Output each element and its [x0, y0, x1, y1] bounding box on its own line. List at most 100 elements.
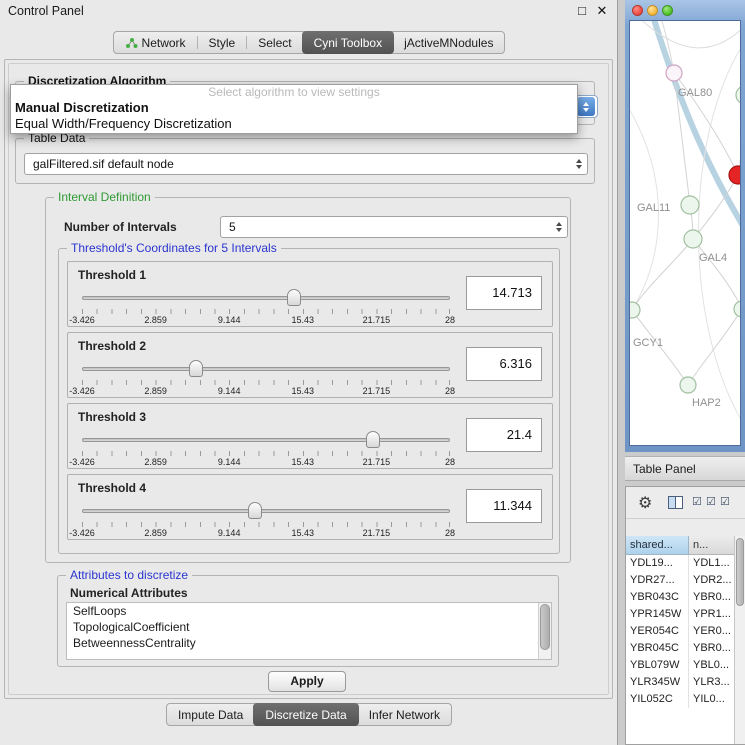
network-edge[interactable] — [688, 309, 741, 385]
attribute-list-item[interactable]: SelfLoops — [67, 603, 538, 619]
tab-select[interactable]: Select — [247, 32, 302, 53]
dropdown-option-equal-width-frequency[interactable]: Equal Width/Frequency Discretization — [11, 116, 577, 132]
network-edge[interactable] — [738, 101, 741, 175]
tab-label: Cyni Toolbox — [314, 36, 382, 50]
tick-label: 9.144 — [218, 457, 241, 467]
table-row[interactable]: YPR145WYPR1... — [626, 606, 735, 623]
slider-handle[interactable] — [287, 289, 301, 306]
network-canvas[interactable]: GAL80 GAL11 GAL4 GCY1 HAP2 — [629, 20, 741, 446]
table-row[interactable]: YIL052CYIL0... — [626, 691, 735, 708]
close-icon[interactable]: ✕ — [594, 3, 610, 19]
table-cell: YBL079W — [626, 657, 689, 674]
close-traffic-light-icon[interactable] — [632, 5, 643, 16]
column-header[interactable]: n... — [689, 536, 735, 555]
tab-infer-network[interactable]: Infer Network — [358, 704, 451, 725]
columns-icon[interactable] — [668, 496, 683, 509]
threshold-value-field[interactable]: 11.344 — [466, 489, 542, 523]
threshold-slider[interactable]: -3.4262.8599.14415.4321.71528 — [82, 430, 450, 466]
table-cell: YLR345W — [626, 674, 689, 691]
tab-discretize-data[interactable]: Discretize Data — [253, 703, 358, 726]
slider-tick-labels: -3.4262.8599.14415.4321.71528 — [82, 386, 450, 397]
network-node[interactable] — [680, 377, 696, 393]
table-cell: YIL052C — [626, 691, 689, 708]
table-cell: YBR0... — [689, 589, 735, 606]
network-node[interactable] — [734, 301, 741, 317]
slider-handle[interactable] — [189, 360, 203, 377]
tick-label: 9.144 — [218, 386, 241, 396]
tick-label: -3.426 — [69, 528, 95, 538]
table-row[interactable]: YBR045CYBR0... — [626, 640, 735, 657]
network-edge[interactable] — [636, 21, 741, 48]
slider-handle[interactable] — [366, 431, 380, 448]
threshold-slider[interactable]: -3.4262.8599.14415.4321.71528 — [82, 501, 450, 537]
table-row[interactable]: YBR043CYBR0... — [626, 589, 735, 606]
threshold-value-field[interactable]: 21.4 — [466, 418, 542, 452]
slider-tick-marks — [82, 451, 450, 456]
attribute-list-item[interactable]: BetweennessCentrality — [67, 635, 538, 651]
network-node[interactable] — [736, 86, 741, 104]
table-cell: YLR3... — [689, 674, 735, 691]
zoom-traffic-light-icon[interactable] — [662, 5, 673, 16]
table-data-combo[interactable]: galFiltered.sif default node — [24, 153, 588, 175]
threshold-slider[interactable]: -3.4262.8599.14415.4321.71528 — [82, 288, 450, 324]
tick-label: 28 — [445, 528, 455, 538]
tick-label: 9.144 — [218, 315, 241, 325]
slider-track[interactable] — [82, 296, 450, 300]
node-label: GAL4 — [699, 252, 727, 264]
tab-cyni-toolbox[interactable]: Cyni Toolbox — [302, 31, 394, 54]
attribute-list-item[interactable]: TopologicalCoefficient — [67, 619, 538, 635]
table-row[interactable]: YER054CYER0... — [626, 623, 735, 640]
network-node[interactable] — [666, 65, 682, 81]
gear-icon[interactable]: ⚙ — [638, 493, 652, 513]
network-node[interactable] — [630, 302, 640, 318]
apply-button[interactable]: Apply — [268, 671, 346, 692]
network-node[interactable] — [684, 230, 702, 248]
tab-network[interactable]: Network — [114, 32, 197, 53]
dropdown-option-manual-discretization[interactable]: Manual Discretization — [11, 100, 577, 116]
slider-handle[interactable] — [248, 502, 262, 519]
checkbox-icon[interactable]: ☑ — [706, 495, 716, 508]
slider-tick-marks — [82, 380, 450, 385]
column-header[interactable]: shared... — [626, 536, 689, 555]
list-scrollbar[interactable] — [538, 603, 551, 659]
control-panel-window: Control Panel □ ✕ Network Style — [0, 0, 618, 745]
tab-impute-data[interactable]: Impute Data — [167, 704, 254, 725]
slider-track[interactable] — [82, 509, 450, 513]
tab-jactivemnodules[interactable]: jActiveMNodules — [393, 32, 504, 53]
threshold-value-field[interactable]: 6.316 — [466, 347, 542, 381]
table-cell: YDL19... — [626, 555, 689, 572]
control-panel-tab-row: Network Style Select Cyni Toolbox jActiv… — [0, 31, 618, 54]
num-intervals-combo[interactable]: 5 — [220, 216, 568, 238]
node-label: GAL11 — [637, 202, 670, 214]
table-row[interactable]: YDL19...YDL1... — [626, 555, 735, 572]
table-scrollbar[interactable] — [734, 536, 745, 744]
tick-label: 28 — [445, 315, 455, 325]
slider-track[interactable] — [82, 367, 450, 371]
checkbox-icon[interactable]: ☑ — [692, 495, 702, 508]
threshold-value-field[interactable]: 14.713 — [466, 276, 542, 310]
tab-style[interactable]: Style — [198, 32, 247, 53]
network-node-selected[interactable] — [729, 166, 741, 184]
table-row[interactable]: YDR27...YDR2... — [626, 572, 735, 589]
table-scrollbar-thumb[interactable] — [736, 538, 744, 606]
threshold-slider[interactable]: -3.4262.8599.14415.4321.71528 — [82, 359, 450, 395]
table-cell: YBR045C — [626, 640, 689, 657]
float-window-icon[interactable]: □ — [574, 3, 590, 19]
minimize-traffic-light-icon[interactable] — [647, 5, 658, 16]
tick-label: 2.859 — [144, 386, 167, 396]
table-row[interactable]: YBL079WYBL0... — [626, 657, 735, 674]
numerical-attributes-list[interactable]: SelfLoopsTopologicalCoefficientBetweenne… — [66, 602, 552, 660]
checkbox-icon[interactable]: ☑ — [720, 495, 730, 508]
network-node[interactable] — [681, 196, 699, 214]
table-row[interactable]: YLR345WYLR3... — [626, 674, 735, 691]
tab-label: Select — [258, 36, 291, 50]
slider-tick-marks — [82, 309, 450, 314]
network-edge[interactable] — [632, 239, 693, 310]
control-panel-tab-bar: Network Style Select Cyni Toolbox jActiv… — [113, 31, 506, 54]
list-scrollbar-thumb[interactable] — [540, 604, 550, 650]
slider-track[interactable] — [82, 438, 450, 442]
tick-label: 21.715 — [363, 528, 391, 538]
tick-label: 15.43 — [292, 457, 315, 467]
attributes-group: Attributes to discretize Numerical Attri… — [57, 575, 559, 667]
threshold-label: Threshold 3 — [78, 410, 146, 424]
